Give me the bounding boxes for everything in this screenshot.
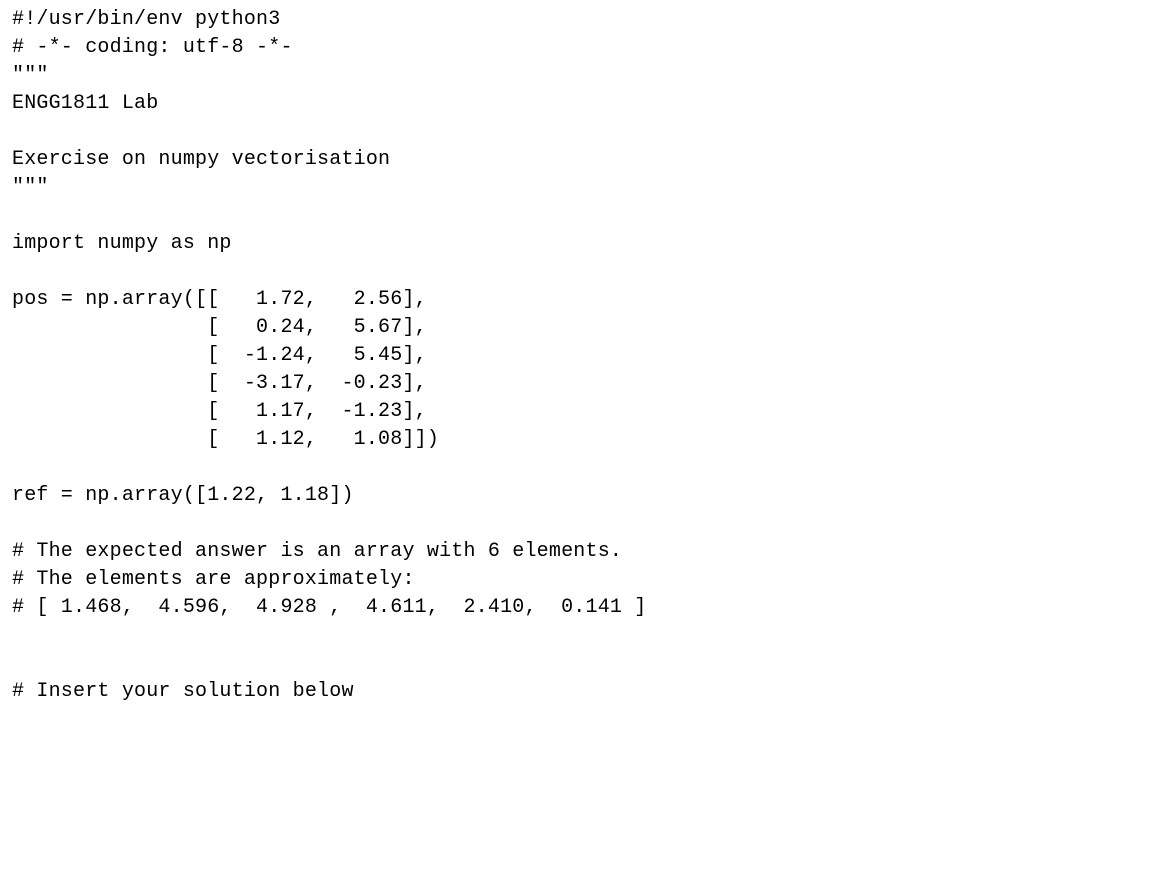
code-block: #!/usr/bin/env python3 # -*- coding: utf… <box>0 0 1156 718</box>
